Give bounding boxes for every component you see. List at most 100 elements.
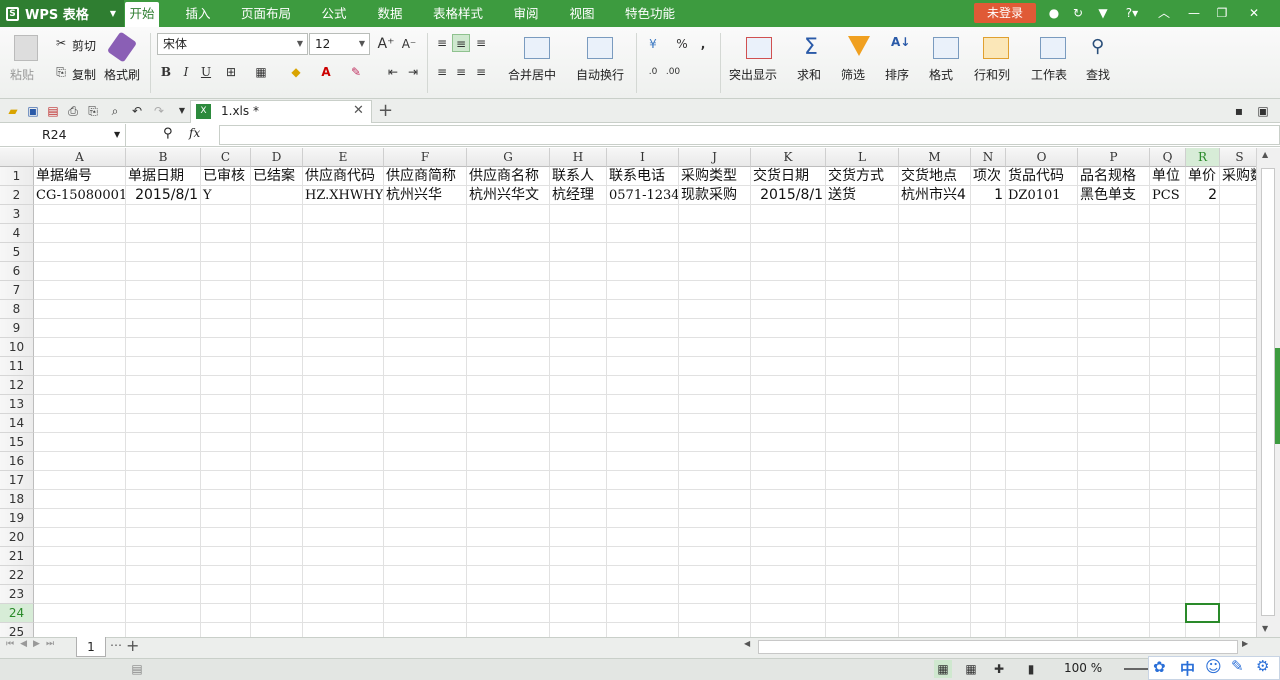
table-cell[interactable] — [971, 490, 1006, 509]
table-cell[interactable]: HZ.XHWHY — [303, 186, 384, 205]
table-cell[interactable] — [1006, 528, 1078, 547]
table-cell[interactable] — [1150, 300, 1186, 319]
table-cell[interactable] — [126, 471, 201, 490]
table-cell[interactable] — [251, 376, 303, 395]
table-cell[interactable] — [126, 395, 201, 414]
table-cell[interactable] — [1150, 547, 1186, 566]
table-cell[interactable] — [607, 623, 679, 637]
table-cell[interactable] — [1186, 395, 1220, 414]
table-cell[interactable] — [251, 433, 303, 452]
table-cell[interactable] — [303, 395, 384, 414]
table-cell[interactable]: 杭经理 — [550, 186, 607, 205]
table-cell[interactable] — [126, 585, 201, 604]
find-button[interactable]: 查找 — [1086, 66, 1110, 83]
table-cell[interactable] — [1006, 205, 1078, 224]
table-cell[interactable] — [1006, 243, 1078, 262]
table-cell[interactable] — [1150, 243, 1186, 262]
paw-icon[interactable]: ✿ — [1153, 658, 1166, 676]
table-cell[interactable]: 2015/8/1 — [126, 186, 201, 205]
table-cell[interactable] — [201, 395, 251, 414]
table-cell[interactable]: 项次 — [971, 167, 1006, 186]
table-cell[interactable] — [384, 433, 467, 452]
table-cell[interactable] — [201, 376, 251, 395]
table-cell[interactable] — [467, 623, 550, 637]
table-cell[interactable] — [251, 243, 303, 262]
table-cell[interactable] — [1078, 338, 1150, 357]
table-cell[interactable] — [251, 623, 303, 637]
table-cell[interactable] — [303, 585, 384, 604]
fill-pattern-icon[interactable]: ▦ — [252, 63, 270, 81]
table-cell[interactable] — [201, 433, 251, 452]
table-cell[interactable] — [467, 452, 550, 471]
table-cell[interactable] — [607, 433, 679, 452]
table-cell[interactable] — [384, 262, 467, 281]
table-cell[interactable] — [303, 623, 384, 637]
table-cell[interactable] — [1006, 319, 1078, 338]
table-cell[interactable] — [34, 300, 126, 319]
table-cell[interactable] — [1078, 395, 1150, 414]
table-cell[interactable] — [201, 509, 251, 528]
table-cell[interactable] — [1220, 433, 1256, 452]
table-cell[interactable] — [251, 566, 303, 585]
print-icon[interactable]: ⎙ — [64, 102, 82, 120]
table-cell[interactable] — [1006, 357, 1078, 376]
table-cell[interactable] — [467, 604, 550, 623]
table-cell[interactable] — [1186, 414, 1220, 433]
table-cell[interactable] — [899, 338, 971, 357]
table-cell[interactable] — [1220, 357, 1256, 376]
merge-center-button[interactable]: 合并居中 — [508, 66, 556, 83]
table-cell[interactable] — [751, 414, 826, 433]
table-cell[interactable] — [467, 376, 550, 395]
table-cell[interactable] — [1006, 376, 1078, 395]
table-cell[interactable] — [303, 547, 384, 566]
table-cell[interactable] — [467, 281, 550, 300]
table-cell[interactable] — [1078, 490, 1150, 509]
table-cell[interactable] — [550, 623, 607, 637]
table-cell[interactable] — [751, 623, 826, 637]
table-cell[interactable] — [1186, 547, 1220, 566]
table-cell[interactable] — [126, 452, 201, 471]
table-cell[interactable] — [34, 623, 126, 637]
table-cell[interactable] — [126, 528, 201, 547]
table-cell[interactable] — [751, 395, 826, 414]
table-cell[interactable]: 单据日期 — [126, 167, 201, 186]
table-cell[interactable] — [201, 490, 251, 509]
table-cell[interactable] — [467, 243, 550, 262]
table-cell[interactable] — [1150, 585, 1186, 604]
table-cell[interactable] — [1078, 262, 1150, 281]
side-panel-handle[interactable] — [1275, 348, 1280, 444]
table-cell[interactable] — [899, 471, 971, 490]
scroll-left-icon[interactable]: ◀ — [744, 639, 750, 648]
table-cell[interactable] — [1186, 509, 1220, 528]
row-header[interactable]: 8 — [0, 300, 34, 319]
table-cell[interactable]: 采购数 — [1220, 167, 1256, 186]
table-cell[interactable] — [826, 623, 899, 637]
table-cell[interactable] — [1150, 433, 1186, 452]
table-cell[interactable] — [303, 205, 384, 224]
table-cell[interactable] — [126, 566, 201, 585]
table-cell[interactable] — [384, 357, 467, 376]
table-cell[interactable] — [1078, 604, 1150, 623]
table-cell[interactable] — [971, 528, 1006, 547]
scroll-right-icon[interactable]: ▶ — [1242, 639, 1248, 648]
table-cell[interactable] — [126, 205, 201, 224]
table-cell[interactable] — [1186, 585, 1220, 604]
export-pdf-icon[interactable]: ▤ — [44, 102, 62, 120]
table-cell[interactable] — [751, 585, 826, 604]
table-cell[interactable]: 货品代码 — [1006, 167, 1078, 186]
table-cell[interactable]: 杭州兴华文 — [467, 186, 550, 205]
table-cell[interactable] — [1220, 414, 1256, 433]
table-cell[interactable] — [251, 186, 303, 205]
table-cell[interactable] — [1220, 376, 1256, 395]
column-header[interactable]: R — [1186, 148, 1220, 167]
sum-button[interactable]: 求和 — [797, 66, 821, 83]
table-cell[interactable] — [384, 471, 467, 490]
table-cell[interactable] — [467, 490, 550, 509]
table-cell[interactable] — [550, 509, 607, 528]
table-cell[interactable] — [607, 414, 679, 433]
table-cell[interactable] — [679, 243, 751, 262]
table-cell[interactable] — [34, 414, 126, 433]
table-cell[interactable] — [1186, 471, 1220, 490]
table-cell[interactable] — [899, 395, 971, 414]
table-cell[interactable] — [1150, 509, 1186, 528]
